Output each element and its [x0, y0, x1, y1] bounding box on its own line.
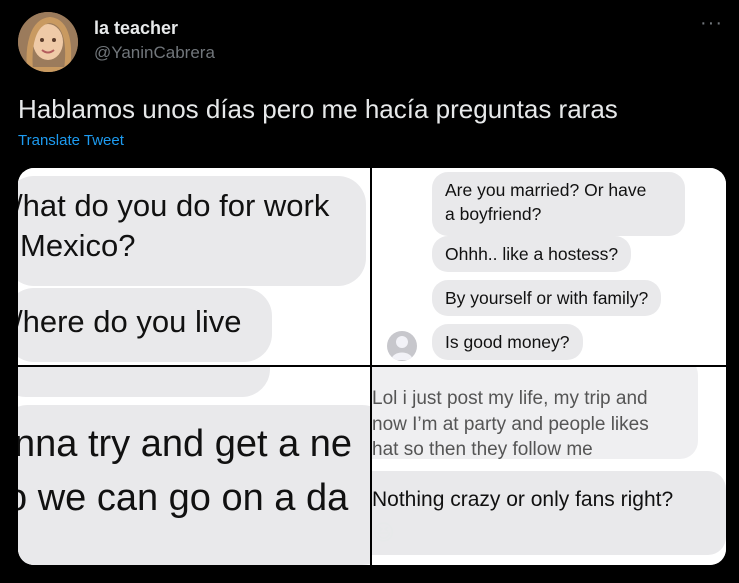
- message-bubble: By yourself or with family?: [432, 280, 662, 316]
- message-text: a boyfriend?: [445, 204, 542, 224]
- chat-text: /hat do you do for work: [18, 188, 330, 223]
- user-handle[interactable]: @YaninCabrera: [94, 43, 215, 63]
- chat-text: nna try and get a ne: [18, 423, 353, 465]
- message-bubble: [372, 471, 726, 555]
- message-text: now I’m at party and people likes: [372, 414, 649, 435]
- media-image-bottom-right[interactable]: Lol i just post my life, my trip and now…: [372, 367, 726, 565]
- message-bubble: Ohhh.. like a hostess?: [432, 236, 632, 272]
- message-text: Are you married? Or have: [445, 180, 647, 200]
- chat-text: Mexico?: [20, 228, 136, 263]
- message-text: Lol i just post my life, my trip and: [372, 388, 648, 409]
- avatar[interactable]: [18, 12, 78, 72]
- chat-text: /here do you live: [18, 304, 242, 339]
- media-image-top-right[interactable]: Are you married? Or have a boyfriend? Oh…: [372, 168, 726, 365]
- tweet-media-grid[interactable]: /hat do you do for work Mexico? /here do…: [18, 168, 726, 565]
- message-bubble: Is good money?: [432, 324, 583, 360]
- more-options-icon[interactable]: ···: [700, 12, 723, 35]
- translate-tweet-link[interactable]: Translate Tweet: [18, 132, 124, 149]
- display-name[interactable]: la teacher: [94, 18, 178, 39]
- chat-text: o we can go on a da: [18, 477, 349, 519]
- media-image-top-left[interactable]: /hat do you do for work Mexico? /here do…: [18, 168, 370, 365]
- media-image-bottom-left[interactable]: nna try and get a ne o we can go on a da: [18, 367, 370, 565]
- message-text: hat so then they follow me: [372, 439, 593, 460]
- laughing-emoji-icon: 😆: [372, 520, 395, 545]
- sender-avatar-icon: [387, 331, 417, 361]
- message-bubble: Are you married? Or have a boyfriend?: [432, 172, 685, 236]
- tweet-text: Hablamos unos días pero me hacía pregunt…: [18, 94, 618, 124]
- avatar-photo-icon: [18, 12, 78, 72]
- message-text: Nothing crazy or only fans right?: [372, 488, 674, 511]
- media-divider: [18, 365, 726, 367]
- chat-bubble: [18, 367, 270, 397]
